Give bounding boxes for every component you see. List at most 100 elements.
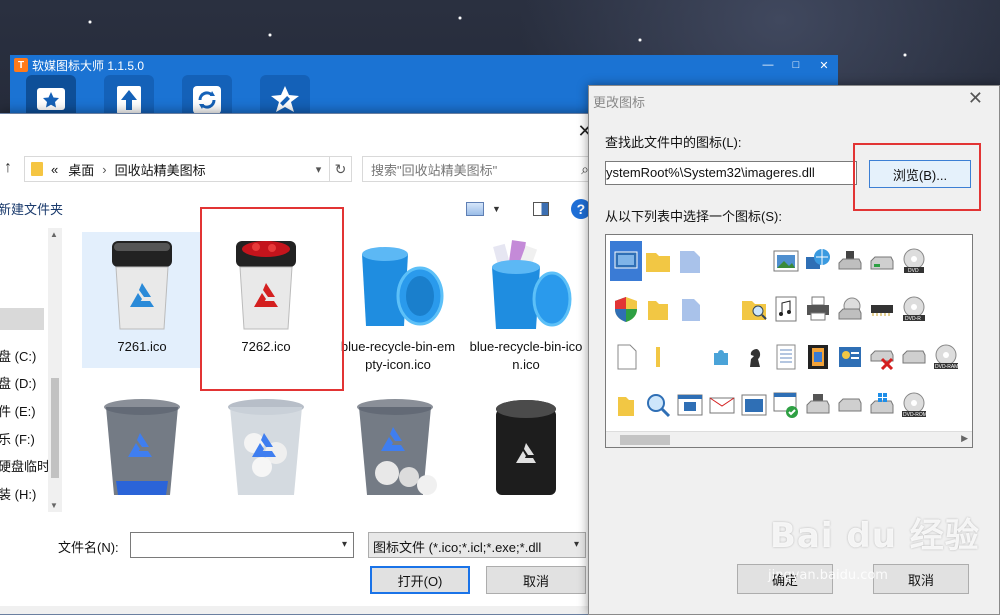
control-panel-icon[interactable]	[834, 337, 866, 377]
file-item[interactable]: blue-recycle-bin-icon.ico	[466, 232, 586, 372]
blank-icon[interactable]	[706, 289, 738, 329]
blank-icon[interactable]	[706, 241, 738, 281]
filetype-value: 图标文件 (*.ico;*.icl;*.exe;*.dll	[373, 540, 542, 555]
open-button[interactable]: 打开(O)	[370, 566, 470, 594]
music-file-icon[interactable]	[770, 289, 802, 329]
blank-icon[interactable]	[738, 241, 770, 281]
new-folder-button[interactable]: 新建文件夹	[0, 199, 63, 218]
dvd-ram-icon[interactable]: DVD-RAM	[930, 337, 962, 377]
nav-item-f[interactable]: 乐 (F:)	[0, 429, 35, 448]
search-folder-icon[interactable]	[738, 289, 770, 329]
floppy-drive-icon[interactable]	[802, 385, 834, 425]
search-icon[interactable]	[642, 385, 674, 425]
close-button[interactable]: ✕	[810, 59, 838, 72]
film-icon[interactable]	[802, 337, 834, 377]
filename-input[interactable]: ▾	[130, 532, 354, 558]
scroll-down-icon[interactable]: ▼	[50, 501, 58, 510]
blue-folder-icon[interactable]	[674, 289, 706, 329]
blank-icon[interactable]	[930, 385, 962, 425]
svg-text:DVD-RAM: DVD-RAM	[935, 364, 958, 370]
search-input[interactable]: 搜索"回收站精美图标" ⌕	[362, 156, 598, 182]
filename-row: 文件名(N): ▾ 图标文件 (*.ico;*.icl;*.exe;*.dll …	[0, 532, 606, 558]
drive-error-icon[interactable]	[866, 337, 898, 377]
cancel-button[interactable]: 取消	[486, 566, 586, 594]
disc-drive-icon[interactable]	[834, 289, 866, 329]
chess-piece-icon[interactable]	[738, 337, 770, 377]
scroll-thumb[interactable]	[51, 378, 59, 478]
close-icon[interactable]: ✕	[968, 88, 983, 109]
chevron-down-icon[interactable]: ▾	[307, 163, 329, 176]
file-item[interactable]	[206, 396, 326, 512]
dvd-icon[interactable]: DVD	[898, 241, 930, 281]
chevron-down-icon[interactable]: ▾	[574, 539, 579, 550]
app-logo-icon: T	[14, 58, 28, 72]
file-item[interactable]: blue-recycle-bin-empty-icon.ico	[338, 232, 458, 382]
folder-icon	[31, 162, 43, 176]
nav-scrollbar[interactable]: ▲ ▼	[48, 228, 62, 512]
address-bar[interactable]: « 桌面 › 回收站精美图标 ▾ ↻	[24, 156, 352, 182]
blank-icon[interactable]	[674, 337, 706, 377]
icon-list[interactable]: DVD DVD-R DVD-RAM DVD-ROM ▶	[605, 234, 973, 448]
shield-icon[interactable]	[610, 289, 642, 329]
hard-drive-icon[interactable]	[834, 385, 866, 425]
preview-pane-icon[interactable]	[532, 202, 549, 216]
monitor-icon[interactable]	[610, 241, 642, 281]
picture-window-icon[interactable]	[770, 241, 802, 281]
memory-chip-icon[interactable]	[866, 289, 898, 329]
refresh-button[interactable]: ↻	[329, 157, 351, 181]
usb-drive-icon[interactable]	[866, 241, 898, 281]
blue-folder-icon[interactable]	[674, 241, 706, 281]
blank-icon[interactable]	[930, 241, 962, 281]
maximize-button[interactable]: □	[782, 59, 810, 72]
breadcrumb-overflow[interactable]: «	[51, 162, 58, 177]
scroll-up-icon[interactable]: ▲	[50, 230, 58, 239]
file-item[interactable]	[338, 396, 458, 512]
filetype-select[interactable]: 图标文件 (*.ico;*.icl;*.exe;*.dll ▾	[368, 532, 586, 558]
folder-icon[interactable]	[642, 289, 674, 329]
glass-recycle-bin-empty-icon	[82, 396, 202, 502]
windows-drive-icon[interactable]	[866, 385, 898, 425]
nav-item-e[interactable]: 件 (E:)	[0, 401, 36, 420]
folder-icon[interactable]	[610, 385, 642, 425]
network-globe-icon[interactable]	[802, 241, 834, 281]
nav-item-h[interactable]: 装 (H:)	[0, 484, 36, 503]
nav-item-temp[interactable]: 硬盘临时	[0, 456, 50, 475]
breadcrumb-desktop[interactable]: 桌面	[68, 160, 94, 179]
view-options-caret[interactable]: ▼	[492, 204, 501, 214]
hard-drive-icon[interactable]	[898, 337, 930, 377]
minimize-button[interactable]: —	[754, 59, 782, 72]
blank-icon[interactable]	[930, 289, 962, 329]
scroll-thumb[interactable]	[620, 435, 670, 445]
chevron-down-icon[interactable]: ▾	[342, 539, 347, 550]
drive-icon[interactable]	[834, 241, 866, 281]
folder-icon[interactable]	[642, 241, 674, 281]
dvd-r-icon[interactable]: DVD-R	[898, 289, 930, 329]
nav-item-c[interactable]: 盘 (C:)	[0, 346, 36, 365]
highlight-frame	[200, 207, 344, 391]
file-item[interactable]	[466, 396, 586, 512]
file-item[interactable]: 7261.ico	[82, 232, 202, 368]
icon-list-scrollbar[interactable]: ▶	[606, 431, 972, 447]
icon-file-path-input[interactable]: ystemRoot%\System32\imageres.dll	[605, 161, 857, 185]
file-item[interactable]	[82, 396, 202, 512]
scroll-right-icon[interactable]: ▶	[961, 433, 968, 444]
puzzle-icon[interactable]	[706, 337, 738, 377]
highlight-frame	[853, 143, 981, 211]
printer-icon[interactable]	[802, 289, 834, 329]
up-arrow-icon[interactable]: ↑	[4, 159, 12, 177]
nav-item-d[interactable]: 盘 (D:)	[0, 373, 36, 392]
mail-icon[interactable]	[706, 385, 738, 425]
change-view-icon[interactable]	[466, 202, 484, 216]
text-document-icon[interactable]	[770, 337, 802, 377]
watermark-url: jingyan.baidu.com	[768, 568, 888, 583]
breadcrumb-current-folder[interactable]: 回收站精美图标	[115, 160, 206, 179]
window-check-icon[interactable]	[770, 385, 802, 425]
window-icon[interactable]	[674, 385, 706, 425]
folder-edge-icon[interactable]	[642, 337, 674, 377]
navigation-pane: 盘 (C:) 盘 (D:) 件 (E:) 乐 (F:) 硬盘临时 装 (H:) …	[0, 228, 62, 512]
blank-document-icon[interactable]	[610, 337, 642, 377]
glass-recycle-bin-paper-icon	[206, 396, 326, 502]
file-name: blue-recycle-bin-icon.ico	[469, 339, 583, 372]
screen-icon[interactable]	[738, 385, 770, 425]
dvd-rom-icon[interactable]: DVD-ROM	[898, 385, 930, 425]
